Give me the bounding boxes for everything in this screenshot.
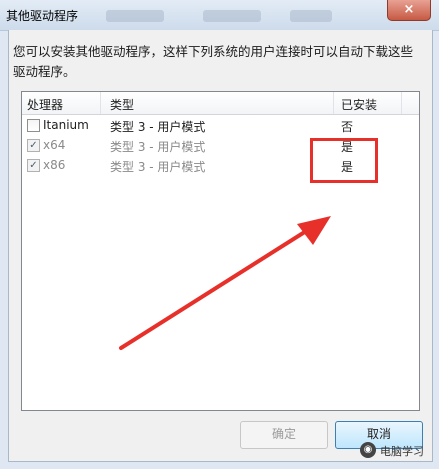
annotation-arrow-icon — [119, 216, 331, 350]
watermark-text: 电脑学习 — [380, 445, 424, 458]
watermark: ◉ 电脑学习 — [360, 439, 438, 463]
wechat-logo-icon: ◉ — [360, 442, 376, 458]
ok-button[interactable]: 确定 — [240, 421, 328, 449]
